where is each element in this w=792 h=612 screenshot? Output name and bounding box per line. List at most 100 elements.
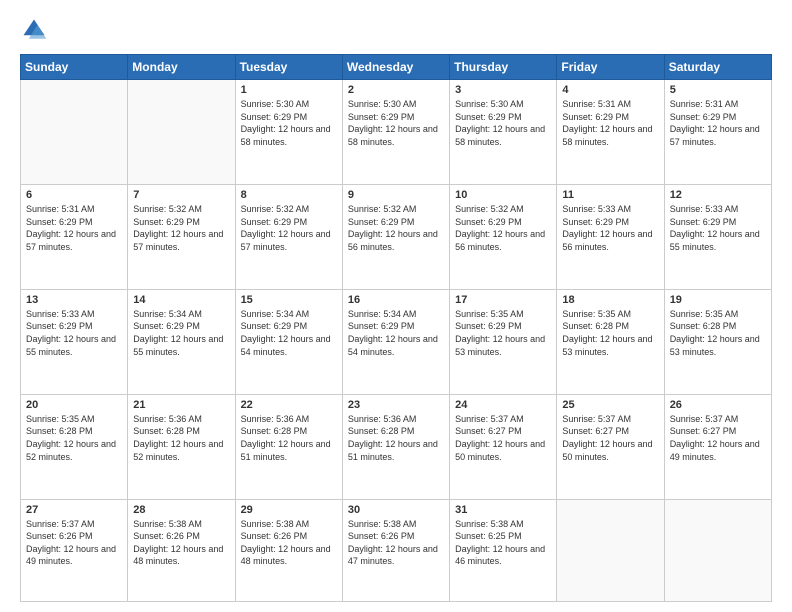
day-number: 23 [348,399,444,411]
day-info: Sunrise: 5:38 AM Sunset: 6:26 PM Dayligh… [133,518,229,568]
calendar-cell: 3 Sunrise: 5:30 AM Sunset: 6:29 PM Daylig… [450,80,557,185]
day-info: Sunrise: 5:35 AM Sunset: 6:29 PM Dayligh… [455,308,551,358]
calendar-cell: 2 Sunrise: 5:30 AM Sunset: 6:29 PM Daylig… [342,80,449,185]
day-info: Sunrise: 5:38 AM Sunset: 6:25 PM Dayligh… [455,518,551,568]
day-info: Sunrise: 5:32 AM Sunset: 6:29 PM Dayligh… [241,203,337,253]
day-number: 15 [241,294,337,306]
day-number: 17 [455,294,551,306]
day-header-sunday: Sunday [21,55,128,80]
day-info: Sunrise: 5:34 AM Sunset: 6:29 PM Dayligh… [133,308,229,358]
calendar-cell: 6 Sunrise: 5:31 AM Sunset: 6:29 PM Daylig… [21,184,128,289]
day-info: Sunrise: 5:31 AM Sunset: 6:29 PM Dayligh… [562,98,658,148]
day-info: Sunrise: 5:38 AM Sunset: 6:26 PM Dayligh… [348,518,444,568]
day-number: 9 [348,189,444,201]
calendar-cell [664,499,771,601]
day-info: Sunrise: 5:36 AM Sunset: 6:28 PM Dayligh… [348,413,444,463]
day-info: Sunrise: 5:37 AM Sunset: 6:27 PM Dayligh… [455,413,551,463]
header [20,16,772,44]
calendar-cell: 12Sunrise: 5:33 AM Sunset: 6:29 PM Dayli… [664,184,771,289]
day-header-wednesday: Wednesday [342,55,449,80]
calendar-cell: 8 Sunrise: 5:32 AM Sunset: 6:29 PM Daylig… [235,184,342,289]
day-info: Sunrise: 5:34 AM Sunset: 6:29 PM Dayligh… [348,308,444,358]
calendar-cell: 23 Sunrise: 5:36 AM Sunset: 6:28 PM Dayli… [342,394,449,499]
calendar-cell: 22 Sunrise: 5:36 AM Sunset: 6:28 PM Dayli… [235,394,342,499]
day-header-friday: Friday [557,55,664,80]
day-number: 22 [241,399,337,411]
calendar-cell: 28 Sunrise: 5:38 AM Sunset: 6:26 PM Dayli… [128,499,235,601]
calendar-cell: 21Sunrise: 5:36 AM Sunset: 6:28 PM Dayli… [128,394,235,499]
calendar: SundayMondayTuesdayWednesdayThursdayFrid… [20,54,772,602]
day-header-saturday: Saturday [664,55,771,80]
day-info: Sunrise: 5:30 AM Sunset: 6:29 PM Dayligh… [241,98,337,148]
day-number: 26 [670,399,766,411]
calendar-cell: 19Sunrise: 5:35 AM Sunset: 6:28 PM Dayli… [664,289,771,394]
day-header-tuesday: Tuesday [235,55,342,80]
day-number: 27 [26,504,122,516]
day-info: Sunrise: 5:32 AM Sunset: 6:29 PM Dayligh… [348,203,444,253]
day-info: Sunrise: 5:33 AM Sunset: 6:29 PM Dayligh… [26,308,122,358]
day-info: Sunrise: 5:30 AM Sunset: 6:29 PM Dayligh… [348,98,444,148]
calendar-cell: 9 Sunrise: 5:32 AM Sunset: 6:29 PM Daylig… [342,184,449,289]
week-row-1: 6 Sunrise: 5:31 AM Sunset: 6:29 PM Daylig… [21,184,772,289]
day-number: 6 [26,189,122,201]
day-number: 7 [133,189,229,201]
day-number: 10 [455,189,551,201]
day-header-thursday: Thursday [450,55,557,80]
day-number: 30 [348,504,444,516]
day-header-monday: Monday [128,55,235,80]
calendar-cell: 11Sunrise: 5:33 AM Sunset: 6:29 PM Dayli… [557,184,664,289]
day-info: Sunrise: 5:32 AM Sunset: 6:29 PM Dayligh… [455,203,551,253]
calendar-cell: 17 Sunrise: 5:35 AM Sunset: 6:29 PM Dayli… [450,289,557,394]
week-row-2: 13Sunrise: 5:33 AM Sunset: 6:29 PM Dayli… [21,289,772,394]
day-number: 8 [241,189,337,201]
day-number: 20 [26,399,122,411]
calendar-cell: 15Sunrise: 5:34 AM Sunset: 6:29 PM Dayli… [235,289,342,394]
day-number: 2 [348,84,444,96]
day-number: 5 [670,84,766,96]
calendar-cell: 25Sunrise: 5:37 AM Sunset: 6:27 PM Dayli… [557,394,664,499]
day-number: 12 [670,189,766,201]
calendar-body: 1 Sunrise: 5:30 AM Sunset: 6:29 PM Daylig… [21,80,772,602]
calendar-cell: 27 Sunrise: 5:37 AM Sunset: 6:26 PM Dayli… [21,499,128,601]
day-info: Sunrise: 5:35 AM Sunset: 6:28 PM Dayligh… [562,308,658,358]
day-number: 1 [241,84,337,96]
calendar-cell: 5 Sunrise: 5:31 AM Sunset: 6:29 PM Daylig… [664,80,771,185]
day-number: 16 [348,294,444,306]
day-number: 28 [133,504,229,516]
calendar-cell [557,499,664,601]
logo [20,16,52,44]
calendar-cell: 26 Sunrise: 5:37 AM Sunset: 6:27 PM Dayli… [664,394,771,499]
calendar-cell: 7 Sunrise: 5:32 AM Sunset: 6:29 PM Daylig… [128,184,235,289]
calendar-cell [128,80,235,185]
week-row-3: 20Sunrise: 5:35 AM Sunset: 6:28 PM Dayli… [21,394,772,499]
day-info: Sunrise: 5:30 AM Sunset: 6:29 PM Dayligh… [455,98,551,148]
day-info: Sunrise: 5:32 AM Sunset: 6:29 PM Dayligh… [133,203,229,253]
calendar-cell: 16 Sunrise: 5:34 AM Sunset: 6:29 PM Dayli… [342,289,449,394]
calendar-cell [21,80,128,185]
day-number: 24 [455,399,551,411]
page: SundayMondayTuesdayWednesdayThursdayFrid… [0,0,792,612]
calendar-cell: 24 Sunrise: 5:37 AM Sunset: 6:27 PM Dayli… [450,394,557,499]
day-info: Sunrise: 5:31 AM Sunset: 6:29 PM Dayligh… [26,203,122,253]
calendar-cell: 10 Sunrise: 5:32 AM Sunset: 6:29 PM Dayli… [450,184,557,289]
day-number: 3 [455,84,551,96]
day-info: Sunrise: 5:37 AM Sunset: 6:27 PM Dayligh… [670,413,766,463]
calendar-header: SundayMondayTuesdayWednesdayThursdayFrid… [21,55,772,80]
calendar-cell: 20Sunrise: 5:35 AM Sunset: 6:28 PM Dayli… [21,394,128,499]
day-number: 19 [670,294,766,306]
calendar-cell: 1 Sunrise: 5:30 AM Sunset: 6:29 PM Daylig… [235,80,342,185]
day-number: 4 [562,84,658,96]
day-number: 18 [562,294,658,306]
calendar-cell: 29Sunrise: 5:38 AM Sunset: 6:26 PM Dayli… [235,499,342,601]
day-info: Sunrise: 5:37 AM Sunset: 6:26 PM Dayligh… [26,518,122,568]
calendar-cell: 18 Sunrise: 5:35 AM Sunset: 6:28 PM Dayli… [557,289,664,394]
day-info: Sunrise: 5:33 AM Sunset: 6:29 PM Dayligh… [562,203,658,253]
calendar-cell: 14Sunrise: 5:34 AM Sunset: 6:29 PM Dayli… [128,289,235,394]
calendar-cell: 31Sunrise: 5:38 AM Sunset: 6:25 PM Dayli… [450,499,557,601]
week-row-4: 27 Sunrise: 5:37 AM Sunset: 6:26 PM Dayli… [21,499,772,601]
day-info: Sunrise: 5:31 AM Sunset: 6:29 PM Dayligh… [670,98,766,148]
calendar-cell: 4 Sunrise: 5:31 AM Sunset: 6:29 PM Daylig… [557,80,664,185]
day-number: 21 [133,399,229,411]
day-info: Sunrise: 5:36 AM Sunset: 6:28 PM Dayligh… [241,413,337,463]
day-number: 25 [562,399,658,411]
